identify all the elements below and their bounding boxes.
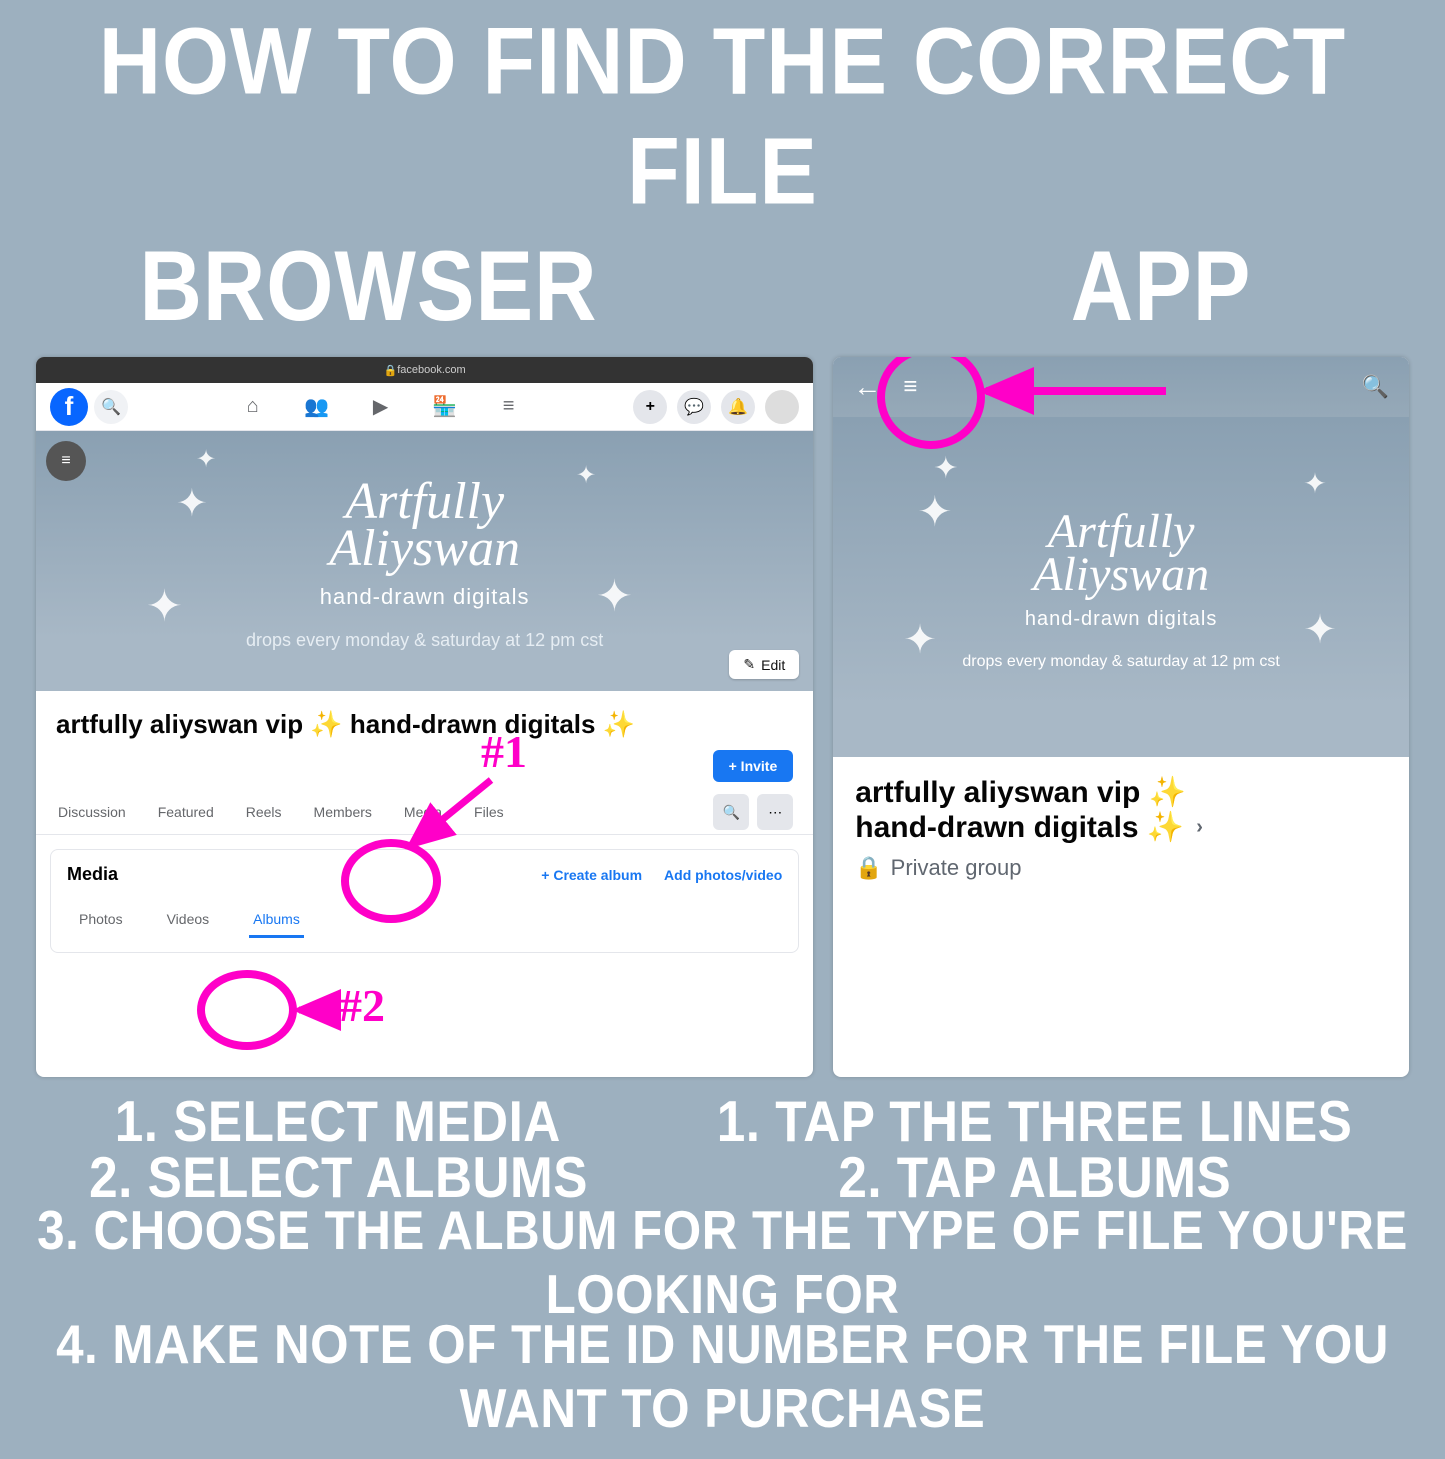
subtab-photos[interactable]: Photos [75, 903, 127, 938]
edit-label: Edit [761, 657, 785, 673]
app-cover-script-2: Aliyswan [1033, 547, 1209, 602]
main-title: HOW TO FIND THE CORRECT FILE [14, 6, 1430, 226]
back-icon[interactable]: ← [853, 371, 881, 403]
subtitle-browser: BROWSER [140, 231, 598, 344]
tab-files[interactable]: Files [472, 790, 506, 834]
app-group-name-line1: artfully aliyswan vip ✨ [855, 775, 1186, 810]
common-step-4: 4. MAKE NOTE OF THE ID NUMBER FOR THE FI… [36, 1313, 1409, 1440]
fb-top-nav: f 🔍 ⌂ 👥 ▶ 🏪 ≡ + 💬 🔔 [36, 383, 813, 431]
common-step-3: 3. CHOOSE THE ALBUM FOR THE TYPE OF FILE… [36, 1199, 1409, 1326]
app-group-name-line2: hand-drawn digitals ✨ [855, 810, 1184, 845]
home-icon[interactable]: ⌂ [240, 394, 266, 420]
annotation-label-2: #2 [339, 979, 385, 1032]
subtab-albums[interactable]: Albums [249, 903, 304, 938]
chevron-right-icon: › [1196, 816, 1203, 839]
invite-button[interactable]: + Invite [713, 750, 794, 782]
create-album-link[interactable]: + Create album [541, 867, 642, 883]
group-tabs: Discussion Featured Reels Members Media … [36, 790, 813, 835]
facebook-logo-icon[interactable]: f [50, 388, 88, 426]
subtitle-app: APP [1071, 231, 1252, 344]
hamburger-icon[interactable]: ≡ [903, 373, 917, 401]
group-name: artfully aliyswan vip ✨ hand-drawn digit… [56, 709, 793, 740]
marketplace-icon[interactable]: 🏪 [432, 394, 458, 420]
menu-icon[interactable]: ≡ [496, 394, 522, 420]
media-section-title: Media [67, 864, 118, 885]
cover-script-2: Aliyswan [329, 519, 520, 578]
annotation-circle-2 [197, 970, 297, 1050]
app-group-header[interactable]: artfully aliyswan vip ✨ hand-drawn digit… [833, 757, 1409, 899]
group-header: artfully aliyswan vip ✨ hand-drawn digit… [36, 691, 813, 750]
group-search-button[interactable]: 🔍 [713, 794, 749, 830]
notifications-icon[interactable]: 🔔 [721, 390, 755, 424]
add-photos-link[interactable]: Add photos/video [664, 867, 782, 883]
group-cover: ≡ ✦ ✦ ✦ ✦ ✦ Artfully Aliyswan hand-drawn… [36, 431, 813, 691]
tab-media[interactable]: Media [402, 790, 444, 834]
cover-subtitle-1: hand-drawn digitals [320, 584, 530, 610]
group-more-button[interactable]: ⋯ [757, 794, 793, 830]
search-icon: 🔍 [101, 397, 121, 417]
tab-reels[interactable]: Reels [244, 790, 284, 834]
video-icon[interactable]: ▶ [368, 394, 394, 420]
annotation-arrow-2 [294, 997, 344, 1027]
profile-avatar[interactable] [765, 390, 799, 424]
media-section: Media + Create album Add photos/video Ph… [50, 849, 799, 953]
app-group-cover: ✦ ✦ ✦ ✦ ✦ Artfully Aliyswan hand-drawn d… [833, 417, 1409, 757]
privacy-text: Private group [891, 855, 1022, 881]
app-screenshot: ← ≡ 🔍 ✦ ✦ ✦ ✦ ✦ Artfully Aliyswan hand-d… [833, 357, 1409, 1077]
instructions-block: 1. SELECT MEDIA 2. SELECT ALBUMS 1. TAP … [0, 1097, 1445, 1437]
cover-menu-icon[interactable]: ≡ [46, 441, 86, 481]
app-cover-subtitle-1: hand-drawn digitals [1025, 608, 1217, 631]
browser-url-bar: 🔒 facebook.com [36, 357, 813, 383]
lock-icon: 🔒 [855, 855, 882, 881]
cover-subtitle-2: drops every monday & saturday at 12 pm c… [246, 630, 603, 651]
messenger-icon[interactable]: 💬 [677, 390, 711, 424]
search-button[interactable]: 🔍 [94, 390, 128, 424]
friends-icon[interactable]: 👥 [304, 394, 330, 420]
subtab-videos[interactable]: Videos [163, 903, 214, 938]
app-search-icon[interactable]: 🔍 [1362, 374, 1389, 400]
app-top-bar: ← ≡ 🔍 [833, 357, 1409, 417]
app-cover-subtitle-2: drops every monday & saturday at 12 pm c… [962, 653, 1279, 671]
tab-discussion[interactable]: Discussion [56, 790, 128, 834]
tab-members[interactable]: Members [312, 790, 374, 834]
browser-screenshot: 🔒 facebook.com f 🔍 ⌂ 👥 ▶ 🏪 ≡ + 💬 🔔 ≡ [36, 357, 813, 1077]
browser-url-text: facebook.com [397, 364, 465, 376]
create-button[interactable]: + [633, 390, 667, 424]
privacy-label: 🔒 Private group [855, 855, 1387, 881]
edit-cover-button[interactable]: ✎ Edit [729, 650, 799, 679]
tab-featured[interactable]: Featured [156, 790, 216, 834]
